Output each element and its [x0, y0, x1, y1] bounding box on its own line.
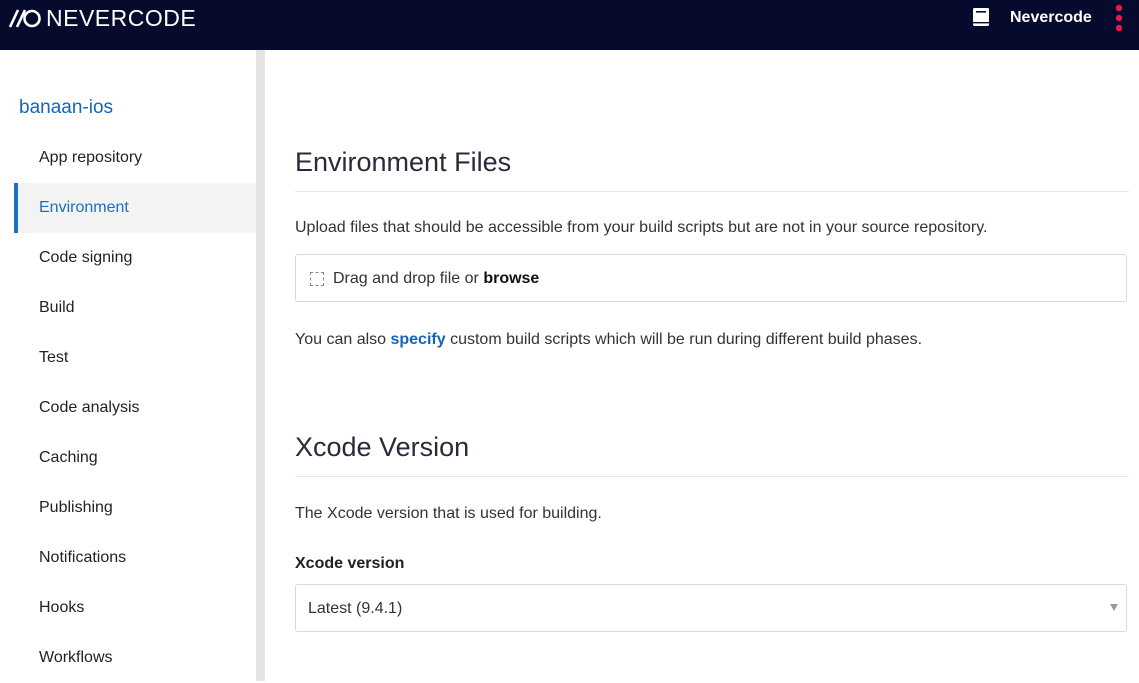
xcode-version-select[interactable]: Latest (9.4.1) — [295, 584, 1127, 632]
sidebar-item-workflows[interactable]: Workflows — [14, 633, 256, 683]
nevercode-logo-icon — [8, 9, 41, 28]
xcode-version-heading: Xcode Version — [295, 432, 470, 462]
sidebar-item-hooks[interactable]: Hooks — [14, 583, 256, 633]
file-dropzone[interactable]: Drag and drop file or browse — [295, 254, 1127, 302]
docs-book-icon[interactable] — [971, 7, 991, 27]
logo-text: NEVERCODE — [46, 4, 197, 31]
environment-files-heading: Environment Files — [295, 147, 512, 177]
sidebar-item-notifications[interactable]: Notifications — [14, 533, 256, 583]
sidebar-item-app-repository[interactable]: App repository — [14, 133, 256, 183]
main-content: Environment Files Upload files that shou… — [265, 50, 1139, 681]
chevron-down-icon — [1110, 604, 1118, 611]
specify-link[interactable]: specify — [390, 331, 445, 348]
dropzone-text: Drag and drop file or browse — [333, 270, 539, 288]
sidebar-item-test[interactable]: Test — [14, 333, 256, 383]
sidebar-item-publishing[interactable]: Publishing — [14, 483, 256, 533]
project-name[interactable]: banaan-ios — [19, 97, 113, 119]
environment-files-description: Upload files that should be accessible f… — [295, 219, 988, 236]
nevercode-logo[interactable]: NEVERCODE — [8, 4, 197, 31]
sidebar-item-environment[interactable]: Environment — [14, 183, 256, 233]
note-prefix: You can also — [295, 331, 391, 348]
xcode-version-value: Latest (9.4.1) — [308, 600, 403, 617]
sidebar-item-caching[interactable]: Caching — [14, 433, 256, 483]
top-bar: NEVERCODE Nevercode — [0, 0, 1139, 50]
note-suffix: custom build scripts which will be run d… — [445, 331, 923, 348]
section-divider — [295, 191, 1129, 192]
sidebar-item-code-signing[interactable]: Code signing — [14, 233, 256, 283]
sidebar-item-code-analysis[interactable]: Code analysis — [14, 383, 256, 433]
more-vertical-icon[interactable] — [1113, 4, 1125, 32]
user-name[interactable]: Nevercode — [1010, 9, 1092, 27]
xcode-version-description: The Xcode version that is used for build… — [295, 505, 602, 522]
browse-link[interactable]: browse — [483, 270, 539, 287]
sidebar-item-build[interactable]: Build — [14, 283, 256, 333]
section-divider — [295, 476, 1129, 477]
xcode-version-label: Xcode version — [295, 555, 405, 572]
custom-scripts-note: You can also specify custom build script… — [295, 331, 922, 349]
sidebar-divider — [256, 50, 265, 681]
dropzone-label: Drag and drop file or — [333, 270, 484, 287]
dropzone-icon — [310, 272, 324, 286]
